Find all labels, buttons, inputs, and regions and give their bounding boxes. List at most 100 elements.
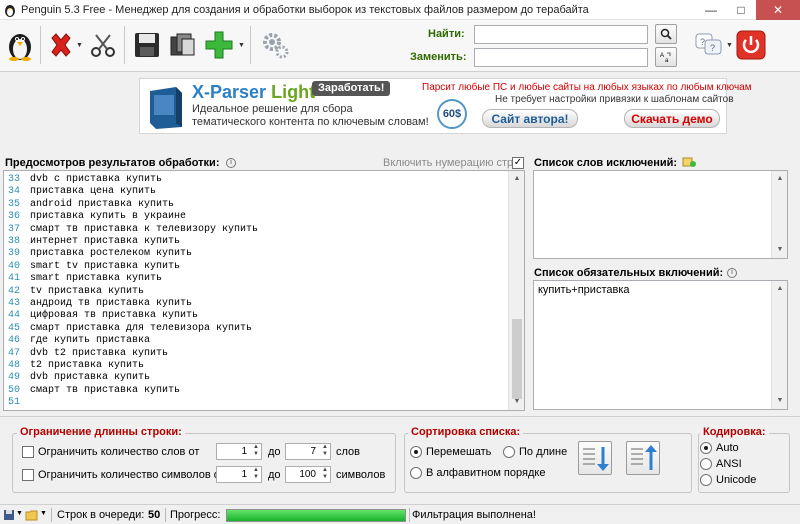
sort-shuffle-label: Перемешать xyxy=(426,446,492,458)
help-button[interactable]: ? ? xyxy=(692,28,726,62)
x-parser-banner[interactable]: X-Parser Light Заработать! Идеальное реш… xyxy=(139,78,752,134)
line-text: андроид тв приставка купить xyxy=(30,298,193,309)
windows-button[interactable] xyxy=(166,28,200,62)
scroll-down-arrow[interactable]: ▼ xyxy=(509,394,524,410)
words-unit-label: слов xyxy=(336,446,361,458)
chars-from-spinner[interactable]: 1 ▲ ▼ xyxy=(216,466,262,483)
sort-ascending-button[interactable] xyxy=(578,441,612,475)
svg-text:a: a xyxy=(665,58,669,63)
encoding-ansi-label: ANSI xyxy=(716,458,742,470)
required-list[interactable]: купить+приставка ▲ ▼ xyxy=(533,280,788,410)
table-row: 36 приставка купить в украине xyxy=(4,211,509,223)
save-small-icon[interactable] xyxy=(3,509,15,521)
window-title: Penguin 5.3 Free - Менеджер для создания… xyxy=(21,3,589,16)
penguin-logo-button[interactable] xyxy=(3,28,37,62)
preview-scrollbar[interactable]: ▲ ▼ xyxy=(508,171,524,410)
words-to-spinner[interactable]: 7 ▲ ▼ xyxy=(285,443,331,460)
scroll-thumb[interactable] xyxy=(512,319,522,399)
preview-info-icon[interactable]: i xyxy=(226,158,236,168)
table-row: 46 где купить приставка xyxy=(4,335,509,347)
exclusions-list[interactable]: ▲ ▼ xyxy=(533,170,788,259)
add-button[interactable] xyxy=(202,28,236,62)
find-button[interactable] xyxy=(655,24,677,44)
sort-descending-button[interactable] xyxy=(626,441,660,475)
replace-button[interactable]: A a xyxy=(655,47,677,67)
length-limit-group xyxy=(12,433,396,493)
help-bubbles-icon: ? ? xyxy=(695,33,722,55)
banner-earn-badge: Заработать! xyxy=(312,81,391,96)
limit-words-checkbox[interactable] xyxy=(22,446,34,458)
sort-alpha-label: В алфавитном порядке xyxy=(426,467,546,479)
author-site-button[interactable]: Сайт автора! xyxy=(482,109,578,128)
save-small-dropdown[interactable]: ▼ xyxy=(16,510,23,517)
minimize-button[interactable]: — xyxy=(696,0,726,20)
queue-label: Строк в очереди: xyxy=(57,509,145,521)
banner-description: Идеальное решение для сбора тематическог… xyxy=(192,103,429,128)
line-text: смарт тв приставка купить xyxy=(30,384,181,396)
download-demo-button[interactable]: Скачать демо xyxy=(624,109,720,128)
add-list-icon[interactable] xyxy=(682,156,696,168)
line-number: 41 xyxy=(8,273,21,285)
save-button[interactable] xyxy=(130,28,164,62)
numbering-checkbox[interactable]: ✓ xyxy=(512,157,524,169)
replace-input[interactable] xyxy=(474,48,648,67)
table-row: 33 dvb c приставка купить xyxy=(4,174,509,186)
cut-button[interactable] xyxy=(86,28,120,62)
sort-shuffle-radio[interactable] xyxy=(410,446,422,458)
queue-count: 50 xyxy=(148,509,161,521)
folder-dropdown[interactable]: ▼ xyxy=(40,510,47,517)
length-limit-title: Ограничение длинны строки: xyxy=(17,426,185,438)
progress-fill xyxy=(227,510,405,521)
encoding-auto-radio[interactable] xyxy=(700,442,712,454)
table-row: 34 приставка цена купить xyxy=(4,186,509,198)
chars-to-spinner[interactable]: 100 ▲ ▼ xyxy=(285,466,331,483)
required-title: Список обязательных включений: xyxy=(534,267,724,279)
line-number: 33 xyxy=(8,174,21,185)
folder-icon[interactable] xyxy=(25,509,38,521)
exclusions-scroll-down[interactable]: ▼ xyxy=(772,242,788,258)
line-number: 38 xyxy=(8,236,21,247)
delete-dropdown-arrow[interactable]: ▼ xyxy=(76,42,83,49)
banner-promo-line1: Парсит любые ПС и любые сайты на любых я… xyxy=(422,82,752,93)
words-from-spinner[interactable]: 1 ▲ ▼ xyxy=(216,443,262,460)
progress-bar xyxy=(226,509,406,522)
preview-title: Предосмотров результатов обработки: xyxy=(5,157,220,169)
line-text: tv приставка купить xyxy=(30,285,145,297)
exclusions-scroll-up[interactable]: ▲ xyxy=(772,171,788,187)
required-scrollbar[interactable]: ▲ ▼ xyxy=(771,281,787,409)
line-number: 36 xyxy=(8,211,21,223)
exit-button[interactable] xyxy=(734,28,768,62)
required-info-icon[interactable]: i xyxy=(727,268,737,278)
line-text: dvb приставка купить xyxy=(30,372,151,384)
close-window-button[interactable]: ✕ xyxy=(756,0,800,20)
required-scroll-down[interactable]: ▼ xyxy=(772,393,788,409)
line-number: 40 xyxy=(8,260,21,272)
encoding-ansi-radio[interactable] xyxy=(700,458,712,470)
table-row: 48 t2 приставка купить xyxy=(4,360,509,372)
find-input[interactable] xyxy=(474,25,648,44)
settings-button[interactable] xyxy=(258,28,292,62)
delete-button[interactable] xyxy=(44,28,78,62)
maximize-button[interactable]: □ xyxy=(726,0,756,20)
svg-text:A: A xyxy=(660,53,664,59)
table-row: 38 интернет приставка купить xyxy=(4,236,509,248)
sort-up-icon xyxy=(631,445,657,470)
required-scroll-up[interactable]: ▲ xyxy=(772,281,788,297)
main-toolbar: ▼ ▼ Найти: Заменить: A a ? ? ▼ xyxy=(0,20,800,72)
scroll-up-arrow[interactable]: ▲ xyxy=(509,171,524,187)
line-text: smart tv приставка купить xyxy=(30,260,181,272)
magnifier-icon xyxy=(660,28,672,40)
add-dropdown-arrow[interactable]: ▼ xyxy=(238,42,245,49)
help-dropdown-arrow[interactable]: ▼ xyxy=(726,42,733,49)
sort-by-length-radio[interactable] xyxy=(503,446,515,458)
sort-alpha-radio[interactable] xyxy=(410,467,422,479)
preview-editor[interactable]: 33 dvb c приставка купить 34 приставка цена… xyxy=(3,170,525,411)
chars-to-label: до xyxy=(268,469,281,481)
line-text: t2 приставка купить xyxy=(30,360,145,371)
encoding-auto-label: Auto xyxy=(716,442,739,454)
find-label: Найти: xyxy=(428,28,465,40)
encoding-unicode-radio[interactable] xyxy=(700,474,712,486)
status-bar: ▼ ▼ Строк в очереди: 50 Прогресс: Фильтр… xyxy=(0,504,800,524)
limit-chars-checkbox[interactable] xyxy=(22,469,34,481)
exclusions-scrollbar[interactable]: ▲ ▼ xyxy=(771,171,787,258)
